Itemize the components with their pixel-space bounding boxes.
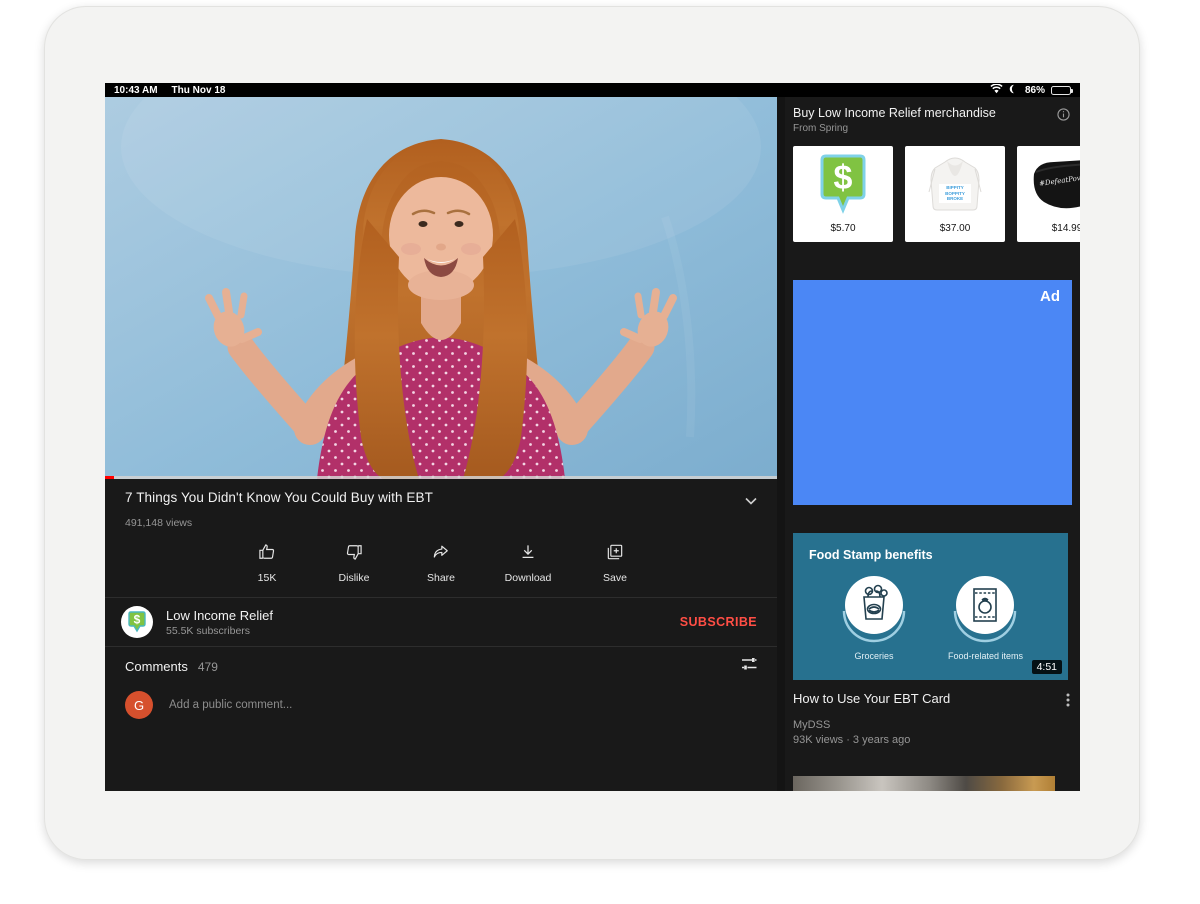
suggested-video-meta: 93K views · 3 years ago (785, 731, 1080, 746)
ad-banner[interactable]: Ad (793, 280, 1072, 505)
download-label: Download (485, 572, 572, 584)
svg-text:$: $ (134, 613, 141, 627)
save-label: Save (572, 572, 659, 584)
action-bar: 15K Dislike (105, 542, 777, 584)
status-date: Thu Nov 18 (172, 85, 226, 96)
food-items-badge: Food-related items (948, 571, 1023, 661)
comments-label: Comments (125, 659, 188, 674)
channel-avatar: $ (121, 606, 153, 638)
status-bar: 10:43 AM Thu Nov 18 86% (105, 83, 1080, 97)
badge-label: Food-related items (948, 651, 1023, 661)
duration-badge: 4:51 (1032, 660, 1062, 674)
merch-title: Buy Low Income Relief merchandise (793, 106, 996, 120)
thumbs-down-icon (344, 549, 364, 566)
stage: 10:43 AM Thu Nov 18 86% (0, 0, 1200, 904)
share-icon (431, 549, 451, 566)
dislike-button[interactable]: Dislike (311, 542, 398, 584)
share-button[interactable]: Share (398, 542, 485, 584)
chevron-down-icon[interactable] (735, 490, 759, 510)
ad-label: Ad (1040, 288, 1060, 305)
thumbnail-badges: Groceries (793, 571, 1068, 661)
comment-placeholder: Add a public comment... (169, 699, 292, 711)
merch-header: Buy Low Income Relief merchandise From S… (785, 97, 1080, 134)
save-playlist-icon (605, 549, 625, 566)
merch-price: $5.70 (830, 223, 855, 234)
battery-icon (1051, 86, 1071, 95)
battery-percent: 86% (1025, 85, 1045, 96)
add-comment-field[interactable]: G Add a public comment... (105, 676, 777, 734)
video-frame-illustration (105, 97, 777, 479)
video-player[interactable] (105, 97, 777, 479)
like-count: 15K (224, 572, 311, 584)
channel-row[interactable]: $ Low Income Relief 55.5K subscribers SU… (105, 598, 777, 646)
fanny-pack-image: #DefeatPoverty (1030, 150, 1080, 220)
screen: 10:43 AM Thu Nov 18 86% (105, 83, 1080, 791)
like-button[interactable]: 15K (224, 542, 311, 584)
hoodie-print-text: BIPPITY BOPPITY BROKE (939, 184, 971, 203)
groceries-badge: Groceries (838, 571, 910, 661)
channel-name: Low Income Relief (166, 608, 273, 623)
share-label: Share (398, 572, 485, 584)
suggested-video-title[interactable]: How to Use Your EBT Card (793, 691, 1039, 706)
dislike-label: Dislike (311, 572, 398, 584)
merch-price: $37.00 (940, 223, 971, 234)
thumbnail-title: Food Stamp benefits (809, 548, 933, 562)
status-time: 10:43 AM (114, 85, 158, 96)
progress-played (105, 476, 114, 479)
suggested-video-channel: MyDSS (785, 714, 1080, 731)
comments-count: 479 (198, 660, 218, 674)
next-video-partial-thumbnail[interactable] (793, 776, 1055, 791)
merch-item-fanny-pack[interactable]: #DefeatPoverty $14.99 (1017, 146, 1080, 242)
comments-sort-button[interactable] (741, 657, 757, 676)
sidebar: Buy Low Income Relief merchandise From S… (785, 97, 1080, 791)
comments-header: Comments 479 (105, 647, 777, 676)
moon-icon (1009, 84, 1019, 97)
merch-subtitle: From Spring (793, 123, 996, 134)
wifi-icon (990, 84, 1003, 97)
svg-text:$: $ (834, 159, 853, 197)
subscribe-button[interactable]: SUBSCRIBE (680, 615, 757, 629)
column-gap (777, 97, 785, 791)
merch-item-dollar-sticker[interactable]: $ $5.70 (793, 146, 893, 242)
thumbs-up-icon (257, 549, 277, 566)
badge-label: Groceries (838, 651, 910, 661)
kebab-menu-icon[interactable] (1062, 691, 1074, 714)
merch-shelf: $ $5.70 BIPPITY BOPPITY BROKE $37.00 (785, 146, 1080, 242)
hoodie-image: BIPPITY BOPPITY BROKE (923, 150, 987, 220)
watch-column: 7 Things You Didn't Know You Could Buy w… (105, 97, 777, 791)
merch-item-hoodie[interactable]: BIPPITY BOPPITY BROKE $37.00 (905, 146, 1005, 242)
video-title: 7 Things You Didn't Know You Could Buy w… (125, 490, 433, 505)
main-content: 7 Things You Didn't Know You Could Buy w… (105, 97, 1080, 791)
save-button[interactable]: Save (572, 542, 659, 584)
dollar-sticker-image: $ (814, 150, 872, 220)
user-avatar: G (125, 691, 153, 719)
info-icon[interactable] (1057, 106, 1070, 126)
video-details: 7 Things You Didn't Know You Could Buy w… (105, 479, 777, 734)
download-button[interactable]: Download (485, 542, 572, 584)
suggested-video-thumbnail[interactable]: Food Stamp benefits (793, 533, 1068, 680)
merch-price: $14.99 (1052, 223, 1080, 234)
video-progress-bar[interactable] (105, 476, 777, 479)
tablet-frame: 10:43 AM Thu Nov 18 86% (44, 6, 1140, 860)
channel-subscribers: 55.5K subscribers (166, 625, 273, 637)
download-icon (518, 549, 538, 566)
view-count: 491,148 views (105, 510, 777, 529)
